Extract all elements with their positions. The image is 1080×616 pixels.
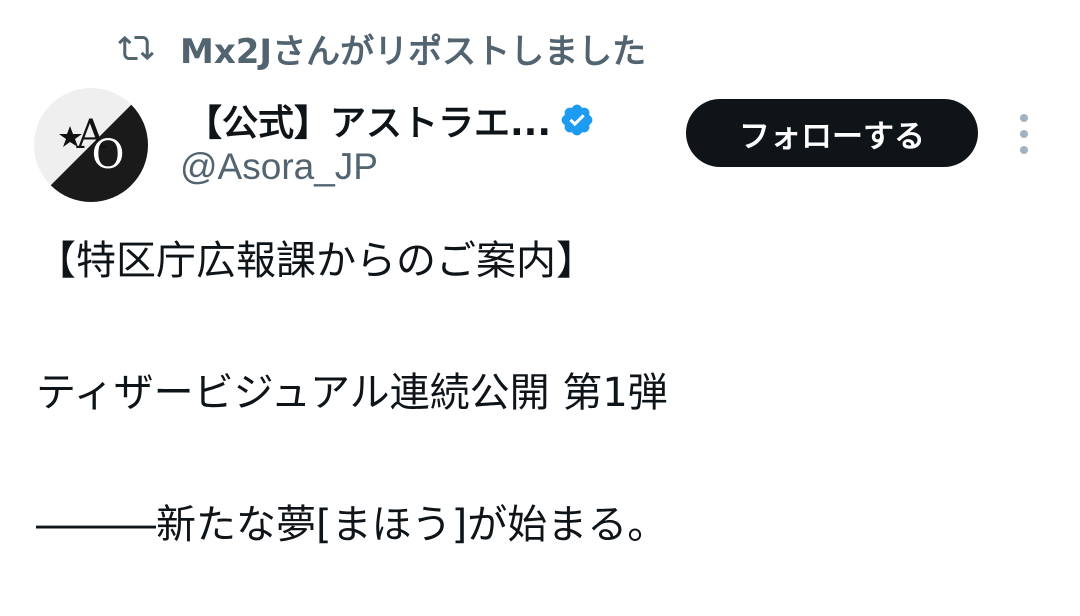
display-name: 【公式】アストラエ... xyxy=(186,103,552,144)
ao-logo-icon: A O xyxy=(34,88,148,202)
repost-header[interactable]: Mx2Jさんがリポストしました xyxy=(116,22,646,74)
tweet-line-tagline: ―――新たな夢[まほう]が始まる。 xyxy=(36,502,668,548)
tweet-text: 【特区庁広報課からのご案内】 ティザービジュアル連続公開 第1弾 ―――新たな夢… xyxy=(36,228,1056,558)
author-name-row[interactable]: 【公式】アストラエ... xyxy=(186,94,599,146)
more-dot xyxy=(1020,114,1028,122)
more-dot xyxy=(1020,146,1028,154)
tweet-line-title: 【特区庁広報課からのご案内】 xyxy=(36,238,596,284)
more-dot xyxy=(1020,130,1028,138)
follow-button[interactable]: フォローする xyxy=(686,99,978,167)
more-vertical-icon[interactable] xyxy=(1006,110,1042,158)
avatar[interactable]: A O xyxy=(34,88,148,202)
svg-text:O: O xyxy=(92,132,125,178)
repost-icon xyxy=(116,28,156,68)
verified-badge-icon xyxy=(559,100,599,140)
tweet-line-subtitle: ティザービジュアル連続公開 第1弾 xyxy=(36,370,668,416)
author-handle[interactable]: @Asora_JP xyxy=(180,146,378,188)
repost-label: Mx2Jさんがリポストしました xyxy=(180,31,647,72)
